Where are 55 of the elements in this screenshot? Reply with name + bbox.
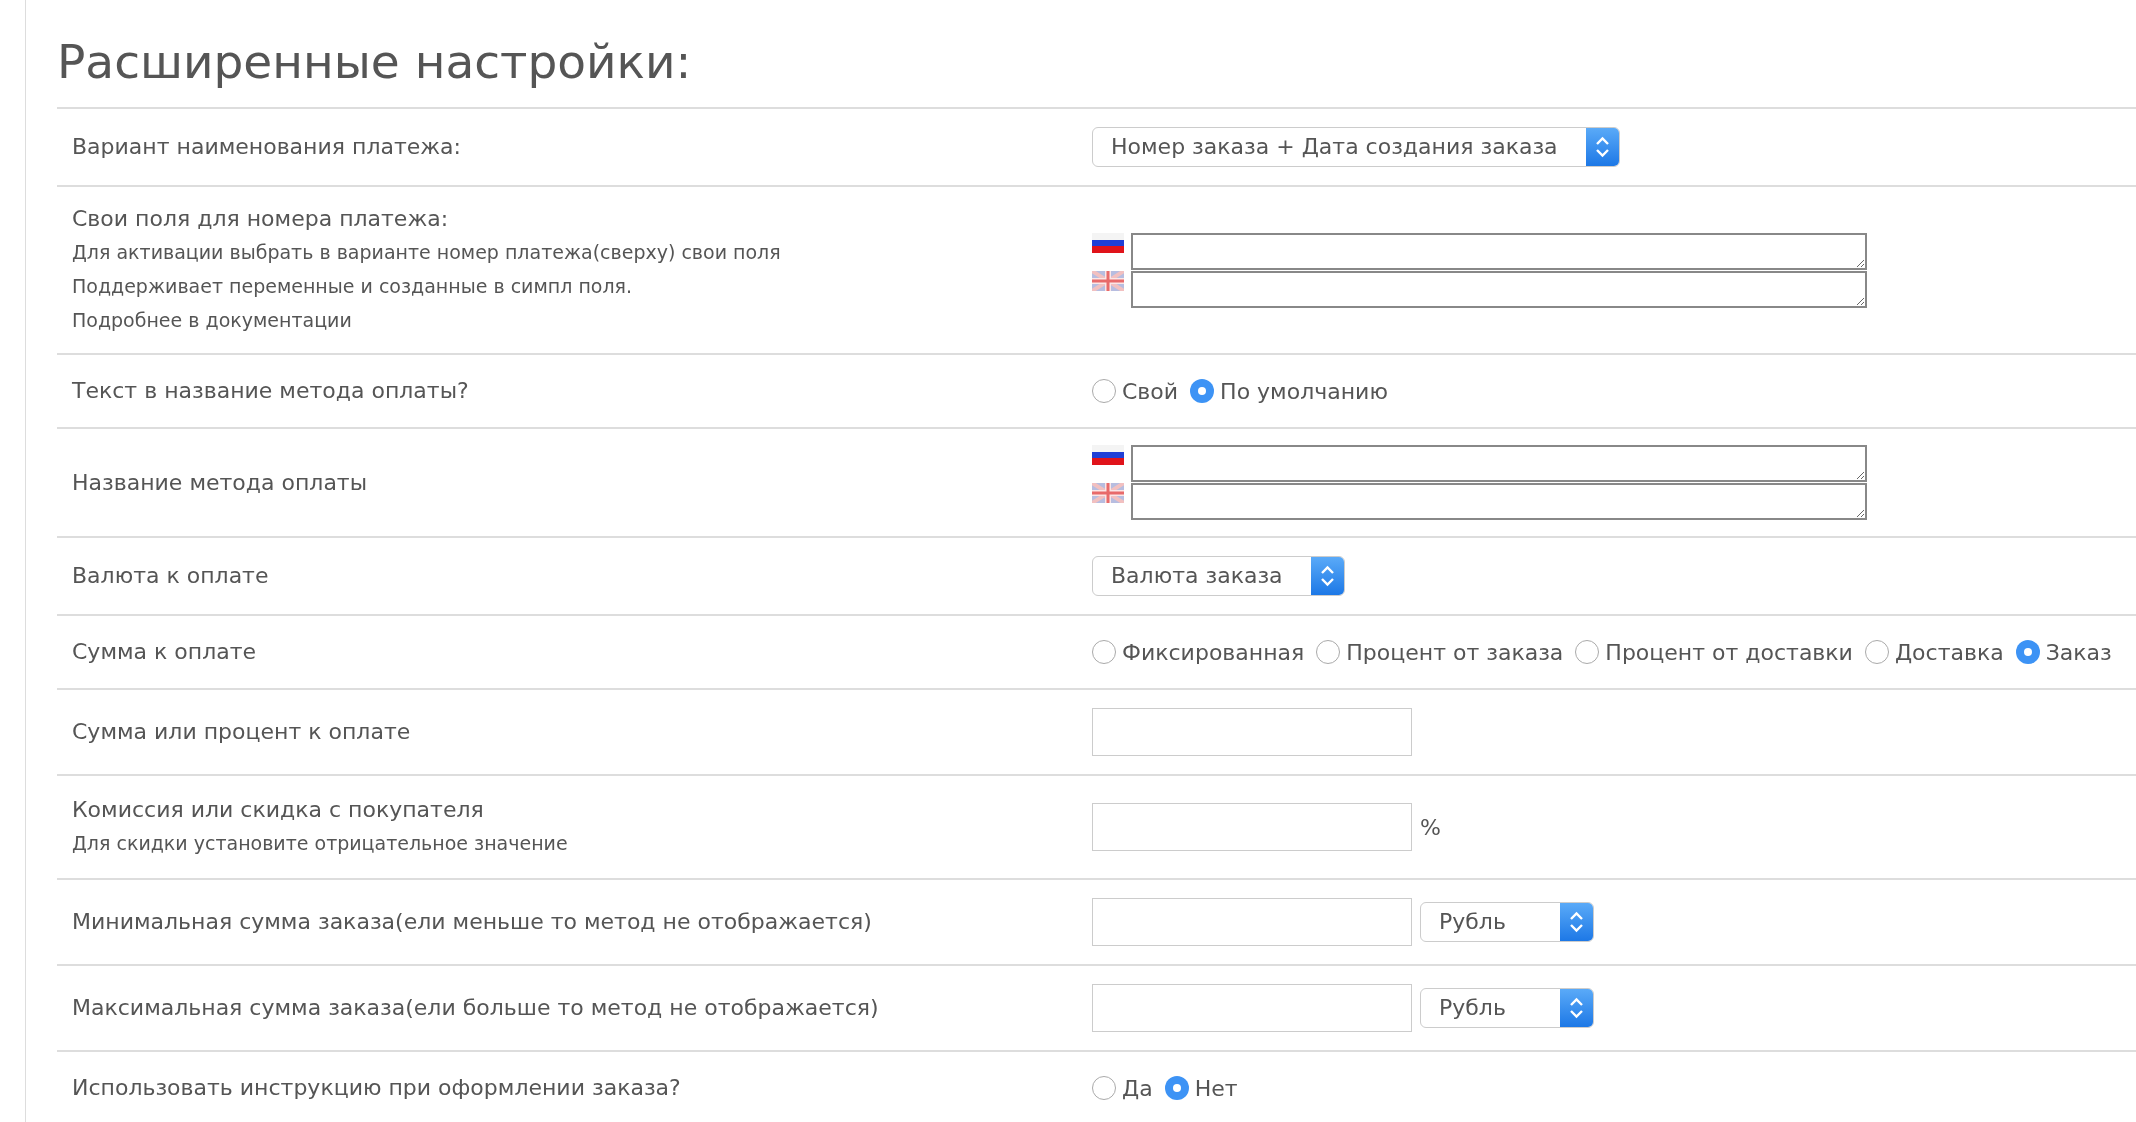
radio-button[interactable]: [1575, 640, 1600, 664]
radio-button[interactable]: [1092, 640, 1116, 664]
dropdown[interactable]: Рубль: [1420, 988, 1594, 1028]
radio-button[interactable]: [1164, 1076, 1189, 1100]
setting-label: Максимальная сумма заказа(ели больше то метод не отображается): [72, 994, 880, 1022]
setting-label: Сумма к оплате: [72, 638, 258, 666]
text-area[interactable]: [1131, 445, 1867, 482]
chevron-up-down-icon: [1560, 989, 1593, 1027]
radio-button[interactable]: [1092, 1076, 1116, 1100]
text-area[interactable]: [1131, 270, 1867, 308]
radio-button[interactable]: [2015, 640, 2040, 664]
setting-label: Свои поля для номера платежа:: [72, 205, 450, 233]
radio-button[interactable]: [1864, 640, 1889, 664]
radio-option[interactable]: Да: [1092, 1075, 1153, 1101]
setting-note: Для активации выбрать в варианте номер платежа(сверху) свои поля: [72, 240, 782, 265]
input-field[interactable]: [1092, 803, 1412, 851]
flag-icon: [1092, 483, 1124, 503]
radio-option[interactable]: Доставка: [1864, 639, 2004, 665]
text-area[interactable]: [1131, 232, 1867, 270]
radio-button[interactable]: [1092, 379, 1116, 403]
radio-option[interactable]: Процент от заказа: [1316, 639, 1564, 665]
chevron-up-down-icon: [1310, 557, 1344, 595]
radio-option[interactable]: По умолчанию: [1190, 378, 1388, 404]
radio-option[interactable]: Свой: [1092, 378, 1179, 404]
radio-option[interactable]: Нет: [1164, 1075, 1238, 1101]
radio-button[interactable]: [1190, 379, 1215, 403]
setting-note: Поддерживает переменные и созданные в симпл поля.: [72, 274, 634, 299]
flag-icon: [1092, 270, 1124, 291]
dropdown[interactable]: Рубль: [1420, 902, 1594, 942]
radio-option[interactable]: Фиксированная: [1092, 639, 1305, 665]
input-field[interactable]: [1092, 708, 1412, 756]
percent-sign: %: [1420, 814, 1441, 840]
dropdown[interactable]: Номер заказа + Дата создания заказа: [1092, 127, 1620, 167]
input-field[interactable]: [1092, 898, 1412, 946]
setting-label: Текст в название метода оплаты?: [72, 377, 470, 405]
setting-note: Подробнее в документации: [72, 308, 353, 333]
setting-label: Минимальная сумма заказа(ели меньше то метод не отображается): [72, 908, 873, 936]
setting-label: Название метода оплаты: [72, 468, 369, 497]
chevron-up-down-icon: [1560, 903, 1593, 941]
flag-icon: [1092, 445, 1124, 465]
chevron-up-down-icon: [1585, 128, 1619, 166]
radio-option[interactable]: Заказ: [2015, 639, 2112, 665]
flag-icon: [1092, 232, 1124, 253]
setting-label: Валюта к оплате: [72, 562, 270, 590]
text-area[interactable]: [1131, 483, 1867, 520]
setting-label: Комиссия или скидка с покупателя: [72, 796, 485, 824]
setting-label: Использовать инструкцию при оформлении заказа?: [72, 1074, 682, 1102]
dropdown[interactable]: Валюта заказа: [1092, 556, 1345, 596]
input-field[interactable]: [1092, 984, 1412, 1032]
setting-note: Для скидки установите отрицательное значение: [72, 831, 569, 856]
radio-button[interactable]: [1316, 640, 1341, 664]
setting-label: Вариант наименования платежа:: [72, 133, 462, 161]
setting-label: Сумма или процент к оплате: [72, 718, 412, 746]
page-title: Расширенные настройки:: [57, 33, 693, 91]
radio-option[interactable]: Процент от доставки: [1575, 639, 1853, 665]
